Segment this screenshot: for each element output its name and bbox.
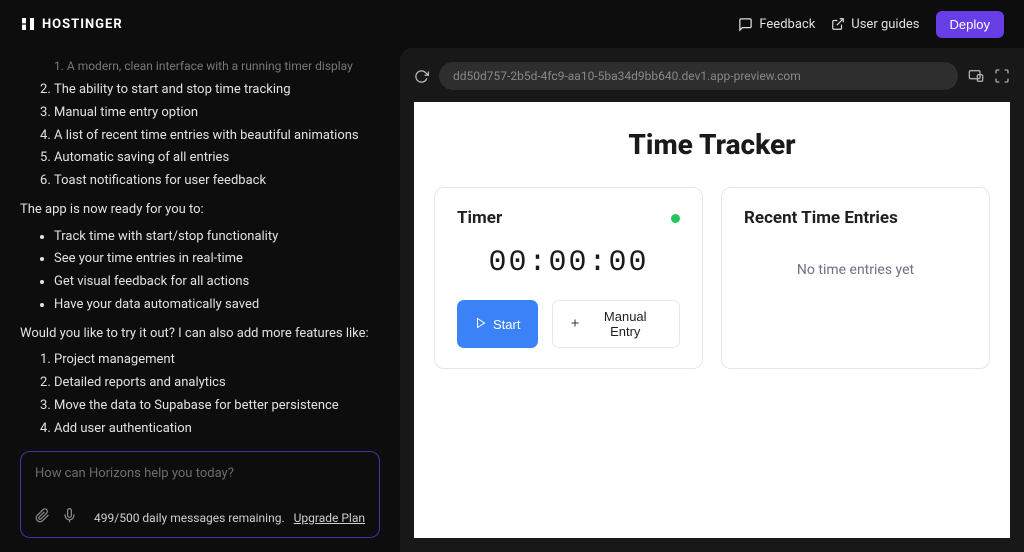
list-item: Have your data automatically saved (54, 294, 380, 317)
hostinger-logo-icon (20, 16, 36, 32)
chat-input-footer: 499/500 daily messages remaining. Upgrad… (35, 508, 365, 527)
list-item: Automatic saving of all entries (54, 147, 380, 170)
input-controls (35, 508, 77, 527)
message-line-truncated: 1. A modern, clean interface with a runn… (54, 56, 380, 77)
start-button[interactable]: Start (457, 300, 538, 348)
manual-entry-label: Manual Entry (587, 309, 663, 339)
list-item: Toast notifications for user feedback (54, 170, 380, 193)
entries-card: Recent Time Entries No time entries yet (721, 187, 990, 369)
list-item: Get visual feedback for all actions (54, 271, 380, 294)
timer-actions: Start Manual Entry (457, 300, 680, 348)
attachment-icon[interactable] (35, 508, 50, 527)
entries-empty-state: No time entries yet (744, 228, 967, 278)
cards-container: Timer 00:00:00 Start (434, 187, 990, 369)
preview-toolbar: dd50d757-2b5d-4fc9-aa10-5ba34d9bb640.dev… (414, 62, 1010, 90)
ready-intro: The app is now ready for you to: (20, 199, 380, 222)
external-link-icon (831, 17, 845, 31)
preview-panel: dd50d757-2b5d-4fc9-aa10-5ba34d9bb640.dev… (400, 48, 1024, 552)
timer-value: 00:00:00 (457, 246, 680, 280)
list-item: Project management (54, 349, 380, 372)
timer-card: Timer 00:00:00 Start (434, 187, 703, 369)
app-header: HOSTINGER Feedback User guides Deploy (0, 0, 1024, 48)
list-item: Add user authentication (54, 418, 380, 441)
app-preview-frame: Time Tracker Timer 00:00:00 Start (414, 102, 1010, 538)
usage-count: 499/500 daily messages remaining. (94, 511, 285, 525)
start-label: Start (493, 317, 520, 332)
deploy-button[interactable]: Deploy (936, 11, 1004, 38)
chat-panel: 1. A modern, clean interface with a runn… (0, 48, 400, 552)
feedback-label: Feedback (759, 17, 815, 32)
list-item: A list of recent time entries with beaut… (54, 125, 380, 148)
chat-input-container: How can Horizons help you today? 499/500… (20, 451, 380, 538)
devices-icon[interactable] (968, 68, 984, 84)
timer-card-header: Timer (457, 208, 680, 228)
microphone-icon[interactable] (62, 508, 77, 527)
fullscreen-icon[interactable] (994, 68, 1010, 84)
timer-card-title: Timer (457, 208, 502, 228)
feedback-link[interactable]: Feedback (738, 17, 815, 32)
user-guides-link[interactable]: User guides (831, 17, 919, 32)
list-item: The ability to start and stop time track… (54, 79, 380, 102)
ready-list: Track time with start/stop functionality… (54, 226, 380, 317)
user-guides-label: User guides (851, 17, 919, 32)
chat-icon (738, 17, 753, 32)
play-icon (475, 317, 487, 332)
list-item: Detailed reports and analytics (54, 372, 380, 395)
manual-entry-button[interactable]: Manual Entry (552, 300, 680, 348)
preview-url[interactable]: dd50d757-2b5d-4fc9-aa10-5ba34d9bb640.dev… (439, 62, 958, 90)
reload-button[interactable] (414, 69, 429, 84)
usage-status: 499/500 daily messages remaining. Upgrad… (94, 511, 365, 525)
features-list: The ability to start and stop time track… (54, 79, 380, 193)
list-item: Manual time entry option (54, 102, 380, 125)
chat-messages: 1. A modern, clean interface with a runn… (20, 56, 380, 441)
brand-logo[interactable]: HOSTINGER (20, 16, 123, 32)
upgrade-plan-link[interactable]: Upgrade Plan (294, 511, 365, 525)
suggest-intro: Would you like to try it out? I can also… (20, 323, 380, 346)
brand-name: HOSTINGER (42, 17, 123, 32)
status-indicator (671, 214, 680, 223)
suggestion-list: Project managementDetailed reports and a… (54, 349, 380, 440)
list-item: Move the data to Supabase for better per… (54, 395, 380, 418)
chat-input[interactable]: How can Horizons help you today? (35, 466, 365, 494)
list-item: Track time with start/stop functionality (54, 226, 380, 249)
plus-icon (569, 317, 581, 332)
main-layout: 1. A modern, clean interface with a runn… (0, 48, 1024, 552)
header-actions: Feedback User guides Deploy (738, 11, 1004, 38)
app-title: Time Tracker (434, 128, 990, 161)
list-item: See your time entries in real-time (54, 248, 380, 271)
entries-card-title: Recent Time Entries (744, 208, 967, 228)
